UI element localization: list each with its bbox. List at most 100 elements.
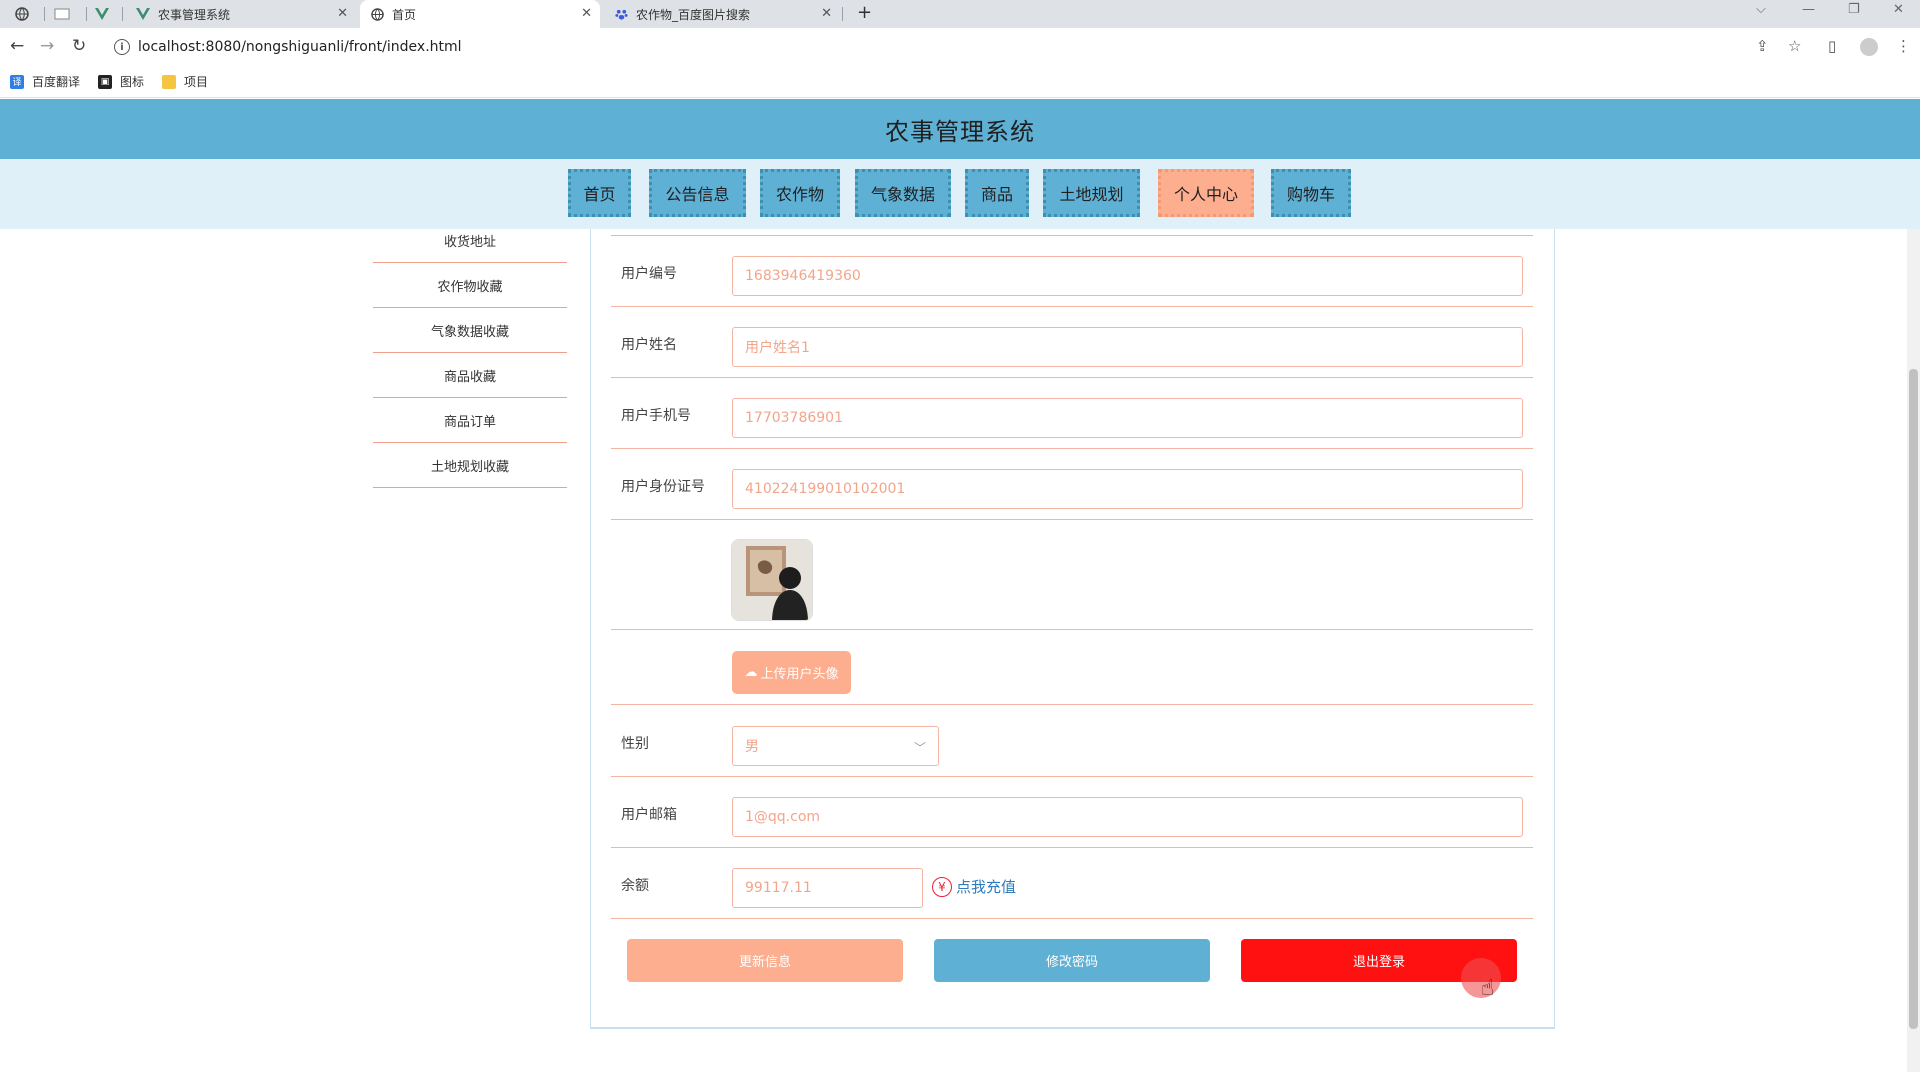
bookmarks-bar: 译 百度翻译 ▣ 图标 项目 (0, 66, 1920, 98)
upload-avatar-button[interactable]: ☁ 上传用户头像 (732, 651, 851, 694)
close-icon[interactable]: ✕ (581, 6, 592, 21)
translate-icon: 译 (10, 74, 24, 89)
bookmark-project[interactable]: 项目 (162, 73, 208, 90)
tab-separator (122, 7, 123, 21)
gender-select[interactable]: 男 ﹀ (732, 726, 939, 766)
new-tab-icon[interactable]: + (857, 2, 872, 23)
row-divider (611, 306, 1533, 307)
scrollbar-thumb[interactable] (1909, 369, 1918, 1029)
user-avatar (731, 539, 813, 621)
change-password-button[interactable]: 修改密码 (934, 939, 1210, 982)
tab-title: 农事管理系统 (158, 7, 231, 22)
close-icon[interactable]: ✕ (821, 6, 832, 21)
nav-goods[interactable]: 商品 (965, 169, 1029, 217)
share-icon[interactable]: ⇪ (1756, 37, 1769, 55)
vue-icon (136, 7, 150, 21)
tab-separator (842, 7, 843, 21)
nav-home[interactable]: 首页 (568, 169, 631, 217)
nav-cart[interactable]: 购物车 (1271, 169, 1351, 217)
browser-tabbar: 农事管理系统 ✕ 首页 ✕ 农作物_百度图片搜索 ✕ + ⌵ — ❐ ✕ (0, 0, 1920, 28)
restore-icon[interactable]: ❐ (1848, 2, 1860, 17)
folder-icon (162, 74, 177, 89)
tab-separator (44, 7, 45, 21)
recharge-label: 点我充值 (956, 878, 1017, 896)
bookmark-label: 百度翻译 (32, 75, 81, 89)
user-no-input[interactable]: 1683946419360 (732, 256, 1523, 296)
bookmark-star-icon[interactable]: ☆ (1788, 37, 1801, 55)
minimize-icon[interactable]: — (1802, 2, 1815, 17)
email-input[interactable]: 1@qq.com (732, 797, 1523, 837)
row-divider (611, 704, 1533, 705)
tab-baidu-images[interactable]: 农作物_百度图片搜索 ✕ (604, 0, 840, 28)
pointer-cursor-icon: ☝ (1481, 976, 1495, 1001)
nav-crops[interactable]: 农作物 (760, 169, 840, 217)
balance-input[interactable]: 99117.11 (732, 868, 923, 908)
globe-icon[interactable] (10, 4, 34, 24)
site-header: 农事管理系统 (0, 99, 1920, 159)
row-divider (611, 776, 1533, 777)
url-field[interactable]: i localhost:8080/nongshiguanli/front/ind… (108, 33, 1788, 61)
user-name-input[interactable]: 用户姓名1 (732, 327, 1523, 367)
close-icon[interactable]: ✕ (337, 6, 348, 21)
cloud-upload-icon: ☁ (744, 665, 758, 680)
tab-nongshi[interactable]: 农事管理系统 ✕ (126, 0, 356, 28)
id-card-input[interactable]: 410224199010102001 (732, 469, 1523, 509)
profile-avatar-icon[interactable] (1860, 38, 1878, 56)
recharge-link[interactable]: ¥ 点我充值 (932, 876, 1016, 897)
nav-notice[interactable]: 公告信息 (649, 169, 746, 217)
bookmark-baidu-translate[interactable]: 译 百度翻译 (10, 73, 80, 90)
nav-profile[interactable]: 个人中心 (1158, 169, 1254, 217)
phone-input[interactable]: 17703786901 (732, 398, 1523, 438)
balance-label: 余额 (621, 878, 649, 894)
tab-search-icon[interactable]: ⌵ (1756, 2, 1766, 17)
vue-icon[interactable] (90, 4, 114, 24)
blank-tab-icon[interactable] (50, 4, 74, 24)
baidu-paw-icon (614, 7, 628, 21)
site-title: 农事管理系统 (885, 117, 1035, 146)
address-bar: ← → ↻ i localhost:8080/nongshiguanli/fro… (0, 28, 1920, 66)
id-card-label: 用户身份证号 (621, 479, 705, 495)
sidebar-item-address[interactable]: 收货地址 (373, 218, 567, 263)
upload-avatar-label: 上传用户头像 (760, 667, 839, 682)
bookmark-icons[interactable]: ▣ 图标 (98, 73, 144, 90)
back-icon[interactable]: ← (10, 36, 24, 56)
nav-weather[interactable]: 气象数据 (855, 169, 951, 217)
row-divider (611, 519, 1533, 520)
phone-label: 用户手机号 (621, 408, 691, 424)
update-info-button[interactable]: 更新信息 (627, 939, 903, 982)
reload-icon[interactable]: ↻ (72, 36, 86, 56)
tab-home[interactable]: 首页 ✕ (360, 0, 600, 28)
user-name-label: 用户姓名 (621, 337, 677, 353)
nav-land-planning[interactable]: 土地规划 (1043, 169, 1140, 217)
sidebar-item-goods-favorites[interactable]: 商品收藏 (373, 353, 567, 398)
yen-icon: ¥ (932, 876, 952, 897)
user-no-label: 用户编号 (621, 266, 677, 282)
side-panel-icon[interactable]: ▯ (1828, 37, 1836, 55)
row-divider (611, 918, 1533, 919)
row-divider (611, 377, 1533, 378)
sidebar-item-crop-favorites[interactable]: 农作物收藏 (373, 263, 567, 308)
info-icon[interactable]: i (114, 39, 130, 55)
globe-icon (370, 7, 384, 21)
row-divider (611, 448, 1533, 449)
tab-separator (86, 7, 87, 21)
url-text: localhost:8080/nongshiguanli/front/index… (138, 39, 462, 55)
row-divider (611, 847, 1533, 848)
close-window-icon[interactable]: ✕ (1893, 2, 1904, 17)
gender-value: 男 (745, 739, 759, 755)
row-divider (611, 629, 1533, 630)
tab-title: 农作物_百度图片搜索 (636, 7, 751, 22)
gender-label: 性别 (621, 736, 649, 752)
sidebar-item-weather-favorites[interactable]: 气象数据收藏 (373, 308, 567, 353)
main-nav: 首页 公告信息 农作物 气象数据 商品 土地规划 个人中心 购物车 (0, 159, 1920, 229)
sidebar-item-land-favorites[interactable]: 土地规划收藏 (373, 443, 567, 488)
image-icon: ▣ (98, 74, 113, 89)
menu-dots-icon[interactable]: ⋮ (1896, 37, 1911, 55)
page-scrollbar[interactable] (1907, 229, 1920, 1072)
forward-icon[interactable]: → (40, 36, 54, 56)
email-label: 用户邮箱 (621, 807, 677, 823)
bookmark-label: 图标 (120, 75, 145, 89)
chevron-down-icon: ﹀ (913, 741, 926, 755)
row-divider (611, 235, 1533, 236)
sidebar-item-orders[interactable]: 商品订单 (373, 398, 567, 443)
